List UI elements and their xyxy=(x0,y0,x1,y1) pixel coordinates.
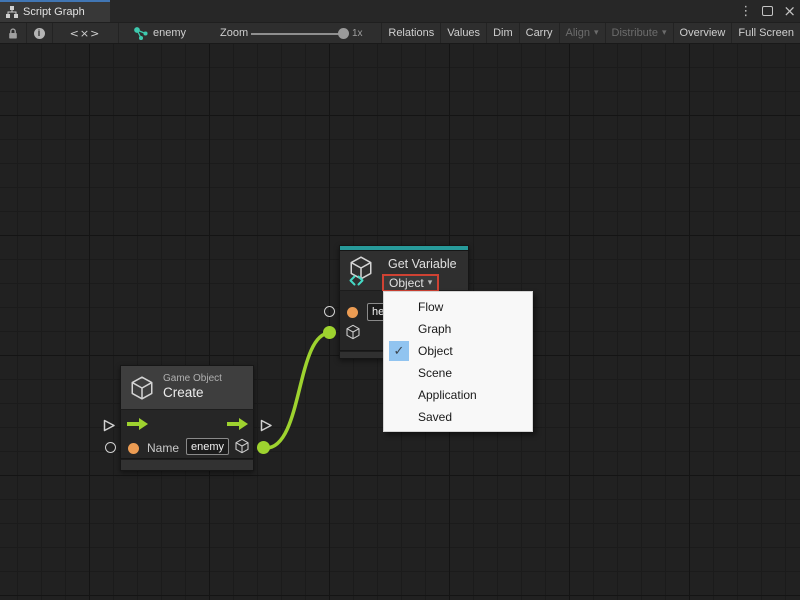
scope-dropdown-menu: Flow Graph ✓ Object Scene Application Sa… xyxy=(383,291,533,432)
name-value-field[interactable]: enemy xyxy=(186,438,229,455)
overview-button[interactable]: Overview xyxy=(673,23,732,43)
script-graph-window: Script Graph ⋮ × i <×> xyxy=(0,0,800,600)
check-icon: ✓ xyxy=(389,341,409,361)
tab-script-graph[interactable]: Script Graph xyxy=(0,0,110,22)
toolbar-button-rail: Relations Values Dim Carry Align ▾ Distr… xyxy=(381,23,800,43)
object-in-port[interactable] xyxy=(323,326,336,339)
game-object-out-port[interactable] xyxy=(257,441,270,454)
flow-out-port[interactable] xyxy=(259,418,273,433)
title-bar: Script Graph ⋮ × xyxy=(0,0,800,22)
tab-title: Script Graph xyxy=(23,6,85,18)
menu-item-application[interactable]: Application xyxy=(384,384,532,406)
code-icon: <×> xyxy=(70,27,101,40)
node-title: Get Variable xyxy=(388,257,457,271)
lock-button[interactable] xyxy=(0,23,26,43)
menu-item-scene[interactable]: Scene xyxy=(384,362,532,384)
create-node-footer xyxy=(120,459,254,471)
distribute-button[interactable]: Distribute ▾ xyxy=(605,23,673,43)
code-view-button[interactable]: <×> xyxy=(52,23,118,43)
variable-scope-dropdown[interactable]: Object ▾ xyxy=(382,274,439,292)
dim-button[interactable]: Dim xyxy=(486,23,519,43)
menu-item-saved[interactable]: Saved xyxy=(384,406,532,428)
zoom-label: Zoom xyxy=(220,23,248,43)
lock-icon xyxy=(7,27,19,40)
menu-item-flow[interactable]: Flow xyxy=(384,296,532,318)
zoom-slider-track[interactable] xyxy=(251,33,345,35)
menu-item-graph[interactable]: Graph xyxy=(384,318,532,340)
chevron-down-icon: ▾ xyxy=(594,28,599,38)
flow-in-port[interactable] xyxy=(102,418,116,433)
current-graph-indicator: enemy xyxy=(134,23,194,43)
value-in-port[interactable] xyxy=(105,442,116,453)
name-input-port[interactable] xyxy=(128,443,139,454)
full-screen-button[interactable]: Full Screen xyxy=(731,23,800,43)
graph-toolbar: i <×> enemy Zoom 1x Relations xyxy=(0,22,800,44)
menu-item-object[interactable]: ✓ Object xyxy=(384,340,532,362)
zoom-value: 1x xyxy=(352,23,363,43)
chevron-down-icon: ▾ xyxy=(662,28,667,38)
node-category: Game Object xyxy=(163,373,222,385)
graph-node-icon xyxy=(134,27,148,40)
window-menu-icon[interactable]: ⋮ xyxy=(739,5,752,18)
create-node[interactable]: Game Object Create Name enemy xyxy=(120,365,254,471)
cube-icon xyxy=(234,438,250,454)
graph-canvas[interactable]: Game Object Create Name enemy xyxy=(0,44,800,600)
maximize-icon[interactable] xyxy=(762,6,773,16)
get-variable-header[interactable]: Get Variable Object ▾ xyxy=(339,250,469,291)
values-button[interactable]: Values xyxy=(440,23,486,43)
param-label: Name xyxy=(147,441,179,455)
info-icon: i xyxy=(34,28,45,39)
zoom-slider-handle[interactable] xyxy=(338,28,349,39)
graph-name-label: enemy xyxy=(153,27,186,39)
close-icon[interactable]: × xyxy=(783,4,796,19)
graph-hierarchy-icon xyxy=(6,6,18,18)
cube-icon xyxy=(129,375,155,401)
flow-in-arrow-icon[interactable] xyxy=(127,418,148,430)
cube-icon xyxy=(345,324,361,340)
info-button[interactable]: i xyxy=(26,23,52,43)
name-in-port[interactable] xyxy=(324,306,335,317)
chevron-down-icon: ▾ xyxy=(428,278,433,288)
carry-button[interactable]: Carry xyxy=(519,23,559,43)
node-title: Create xyxy=(163,385,222,401)
create-node-body: Name enemy xyxy=(120,410,254,459)
flow-out-arrow-icon[interactable] xyxy=(227,418,248,430)
code-brackets-icon xyxy=(349,275,364,286)
create-node-header[interactable]: Game Object Create xyxy=(120,365,254,410)
align-button[interactable]: Align ▾ xyxy=(559,23,605,43)
variable-name-port[interactable] xyxy=(347,307,358,318)
relations-button[interactable]: Relations xyxy=(381,23,440,43)
